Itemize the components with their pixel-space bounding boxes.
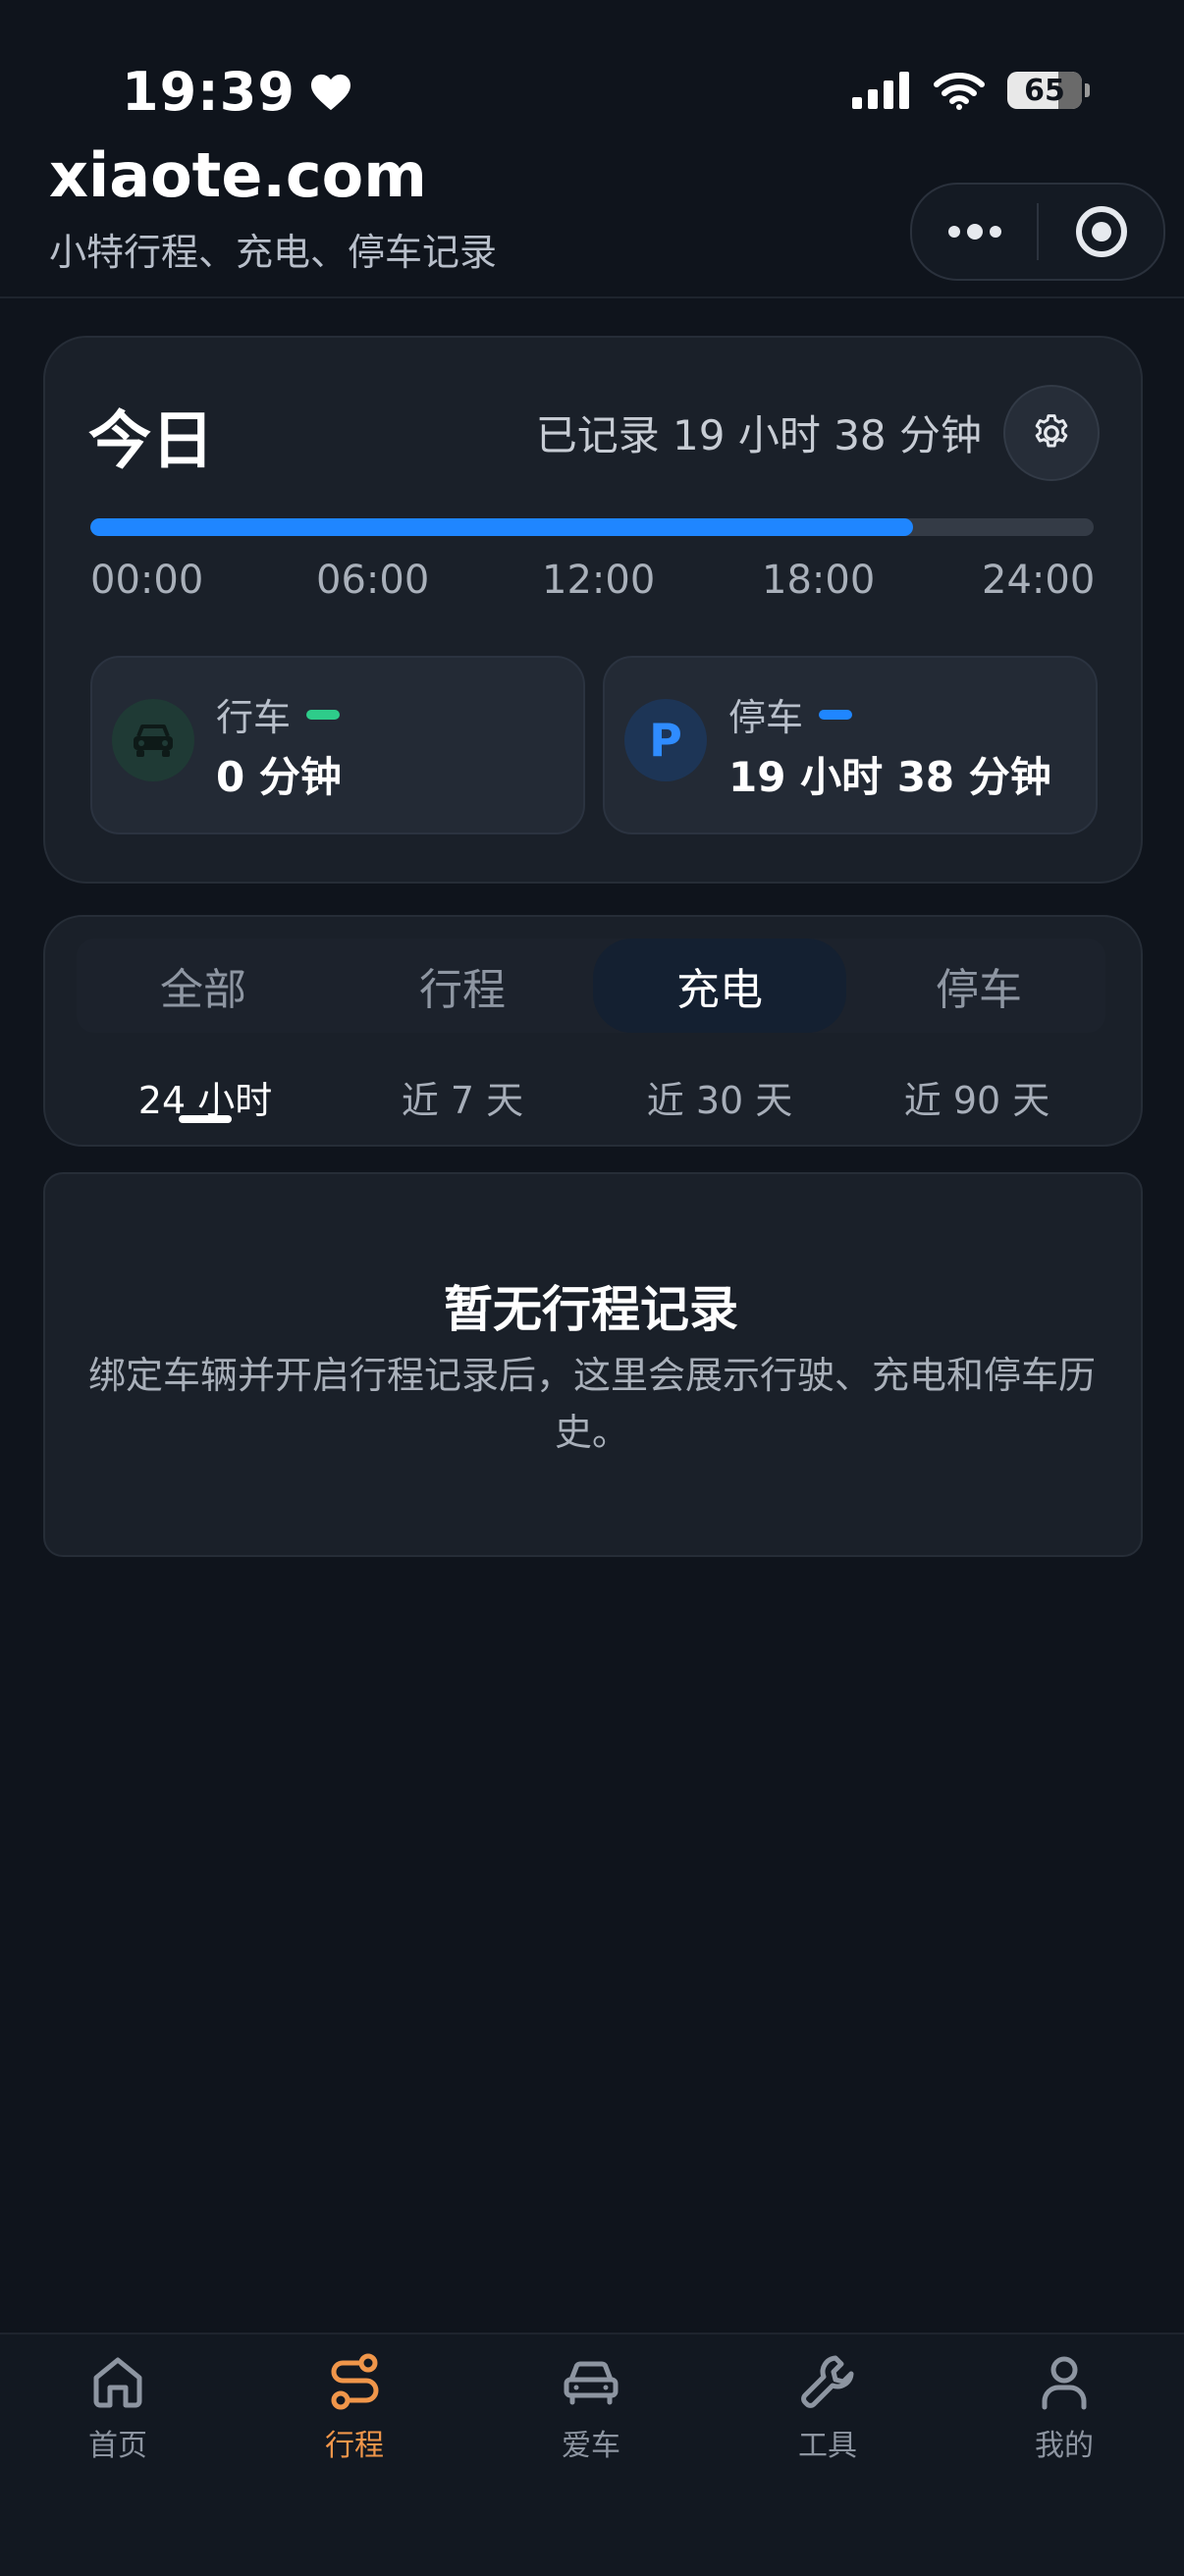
parking-icon: P <box>649 714 682 767</box>
site-title: xiaote.com <box>49 139 427 211</box>
target-icon <box>1075 206 1127 257</box>
range-30d[interactable]: 近 30 天 <box>591 1070 848 1124</box>
status-time: 19:39 <box>122 61 352 123</box>
driving-label-row: 行车 <box>216 687 341 741</box>
site-subtitle: 小特行程、充电、停车记录 <box>49 231 498 274</box>
nav-item-me[interactable]: 我的 <box>946 2350 1182 2464</box>
tab-all[interactable]: 全部 <box>75 939 332 1033</box>
nav-label: 首页 <box>88 2429 147 2463</box>
tick-label: 12:00 <box>542 558 656 603</box>
status-indicators: 65 <box>852 71 1090 110</box>
battery-level: 65 <box>1024 73 1065 108</box>
signal-icon <box>852 72 909 109</box>
nav-item-home[interactable]: 首页 <box>0 2350 236 2464</box>
user-icon <box>1042 2356 1087 2410</box>
parking-value: 19 小时 38 分钟 <box>728 753 1051 801</box>
nav-item-tools[interactable]: 工具 <box>710 2350 945 2464</box>
parking-icon-wrap: P <box>624 699 707 781</box>
tab-charging[interactable]: 充电 <box>593 939 846 1033</box>
driving-icon-wrap <box>112 699 194 781</box>
miniapp-capsule <box>910 183 1165 281</box>
car-icon <box>564 2361 619 2405</box>
tab-trips[interactable]: 行程 <box>334 939 591 1033</box>
wifi-icon <box>934 73 985 110</box>
header-divider <box>0 296 1184 298</box>
parking-label-row: 停车 <box>728 687 853 741</box>
range-7d[interactable]: 近 7 天 <box>334 1070 591 1124</box>
tick-label: 06:00 <box>316 558 430 603</box>
recorded-duration: 已记录 19 小时 38 分钟 <box>535 411 982 459</box>
home-icon <box>93 2357 142 2408</box>
driving-value: 0 分钟 <box>216 753 342 801</box>
car-icon <box>134 724 173 757</box>
settings-button[interactable] <box>1003 385 1100 481</box>
status-time-text: 19:39 <box>122 61 296 123</box>
driving-label: 行车 <box>216 696 292 739</box>
day-progress-bar <box>90 518 1094 536</box>
tab-parking[interactable]: 停车 <box>850 939 1107 1033</box>
nav-item-car[interactable]: 爱车 <box>473 2350 709 2464</box>
parking-legend-swatch <box>819 709 853 720</box>
nav-label: 行程 <box>325 2429 384 2463</box>
day-progress-fill <box>90 518 914 536</box>
gear-icon <box>1035 414 1068 448</box>
route-icon <box>331 2353 379 2410</box>
empty-title: 暂无行程记录 <box>444 1281 738 1338</box>
nav-label: 爱车 <box>562 2429 620 2463</box>
heart-icon <box>310 74 350 110</box>
empty-description: 绑定车辆并开启行程记录后，这里会展示行驶、充电和停车历史。 <box>88 1354 1097 1454</box>
nav-item-trips[interactable]: 行程 <box>237 2350 472 2464</box>
wrench-icon <box>801 2355 854 2408</box>
battery-indicator: 65 <box>1007 72 1090 109</box>
tick-label: 24:00 <box>982 558 1096 603</box>
more-button[interactable] <box>912 185 1037 279</box>
tick-label: 00:00 <box>90 558 204 603</box>
parking-label: 停车 <box>728 696 804 739</box>
close-miniapp-button[interactable] <box>1039 185 1163 279</box>
nav-label: 我的 <box>1035 2429 1094 2463</box>
today-title: 今日 <box>88 405 214 478</box>
driving-legend-swatch <box>306 709 341 720</box>
nav-label: 工具 <box>798 2429 857 2463</box>
tick-label: 18:00 <box>762 558 876 603</box>
active-range-indicator <box>179 1115 232 1123</box>
more-dots-icon <box>947 224 1001 240</box>
range-90d[interactable]: 近 90 天 <box>848 1070 1105 1124</box>
